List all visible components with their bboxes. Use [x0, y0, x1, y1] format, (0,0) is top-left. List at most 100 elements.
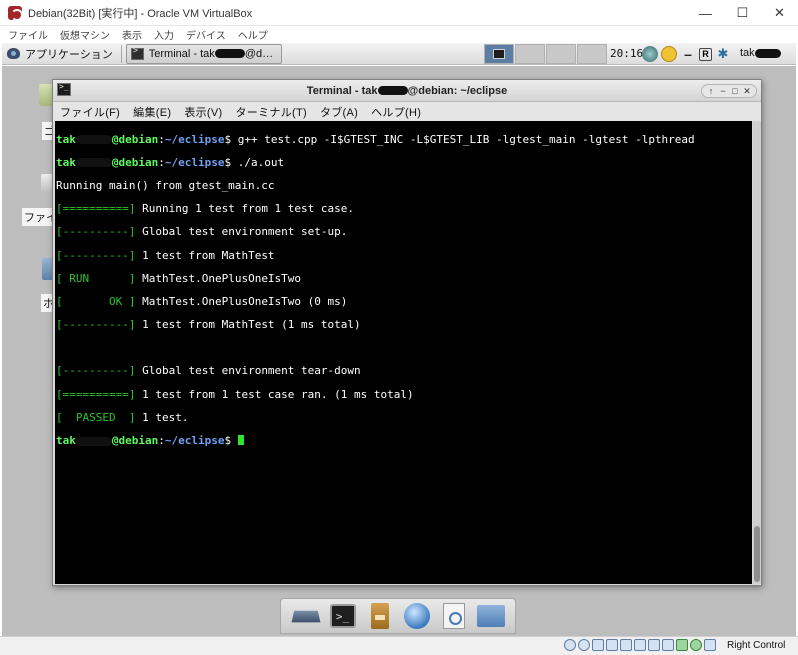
workspace-3[interactable] — [546, 44, 576, 64]
minus-icon[interactable]: – — [680, 46, 696, 62]
folder-icon — [476, 605, 505, 627]
command-text: ./a.out — [231, 155, 285, 169]
terminal-menu-view[interactable]: 表示(V) — [184, 104, 222, 120]
virtualization-icon[interactable] — [676, 639, 688, 651]
output-line: [----------] Global test environment set… — [56, 225, 348, 239]
close-button[interactable]: ✕ — [741, 85, 753, 97]
app-finder-icon — [442, 603, 465, 629]
video-capture-icon[interactable] — [662, 639, 674, 651]
user-menu[interactable]: tak — [740, 47, 781, 59]
applications-menu[interactable]: アプリケーション — [2, 43, 119, 65]
workspace-switcher — [484, 43, 608, 65]
terminal-icon — [130, 46, 144, 60]
debian-swirl-icon — [8, 5, 23, 21]
terminal-thumbnail-icon — [493, 49, 505, 59]
menu-devices[interactable]: デバイス — [186, 27, 226, 42]
r-badge-icon[interactable]: R — [699, 47, 712, 61]
dock-files-button[interactable] — [366, 602, 394, 630]
dock-finder-button[interactable] — [440, 602, 468, 630]
redacted-text — [754, 48, 781, 58]
bottom-dock: >_ — [280, 598, 516, 634]
menu-view[interactable]: 表示 — [122, 27, 142, 42]
dock-browser-button[interactable] — [403, 602, 431, 630]
output-line: [==========] Running 1 test from 1 test … — [56, 202, 355, 216]
taskbar-terminal-task[interactable]: Terminal - tak@d… — [125, 43, 282, 64]
workspace-2[interactable] — [515, 44, 545, 64]
menu-help[interactable]: ヘルプ — [238, 27, 268, 42]
audio-icon[interactable] — [592, 639, 604, 651]
prompt-line: tak @debian:~/eclipse$ — [56, 435, 751, 447]
redacted-text — [75, 135, 112, 145]
redacted-text — [75, 158, 112, 168]
output-line: [----------] 1 test from MathTest — [56, 248, 275, 262]
menu-machine[interactable]: 仮想マシン — [60, 27, 110, 42]
terminal-menu-help[interactable]: ヘルプ(H) — [371, 104, 421, 120]
window-controls: — ☐ ✕ — [687, 0, 798, 26]
minimize-button[interactable]: − — [717, 85, 729, 97]
minimize-button[interactable]: — — [687, 0, 724, 26]
system-tray: – R ✱ — [642, 45, 734, 63]
output-line: [==========] 1 test from 1 test case ran… — [56, 387, 414, 401]
terminal-title: Terminal - tak @debian: ~/eclipse — [306, 84, 508, 97]
dock-terminal-button[interactable]: >_ — [329, 602, 357, 630]
gear-icon[interactable]: ✱ — [715, 46, 731, 62]
applications-label: アプリケーション — [25, 48, 113, 61]
shade-button[interactable]: ↑ — [705, 85, 717, 97]
terminal-titlebar[interactable]: Terminal - tak@debian: ~/eclipse ↑ − □ ✕ — [53, 80, 761, 102]
terminal-menu-tabs[interactable]: タブ(A) — [320, 104, 358, 120]
hard-disk-icon[interactable] — [564, 639, 576, 651]
maximize-button[interactable]: □ — [729, 85, 741, 97]
terminal-window: Terminal - tak@debian: ~/eclipse ↑ − □ ✕… — [52, 79, 762, 586]
terminal-menu-file[interactable]: ファイル(F) — [60, 104, 120, 120]
terminal-icon: >_ — [329, 604, 356, 628]
status-indicators — [564, 639, 718, 651]
file-manager-icon — [370, 603, 389, 629]
terminal-menu-terminal[interactable]: ターミナル(T) — [236, 104, 307, 120]
host-key-label: Right Control — [727, 640, 786, 651]
terminal-screen[interactable]: tak @debian:~/eclipse$ g++ test.cpp -I$GT… — [55, 121, 752, 584]
show-desktop-icon — [291, 610, 320, 623]
menu-input[interactable]: 入力 — [154, 27, 174, 42]
output-line: [ PASSED ] 1 test. — [56, 410, 189, 424]
scrollbar-thumb[interactable] — [754, 526, 760, 582]
shared-folders-icon[interactable] — [634, 639, 646, 651]
output-line: [----------] 1 test from MathTest (1 ms … — [56, 318, 361, 332]
close-button[interactable]: ✕ — [761, 0, 798, 26]
prompt-line: tak @debian:~/eclipse$ g++ test.cpp -I$GT… — [56, 132, 695, 146]
keyboard-capture-icon[interactable] — [704, 639, 716, 651]
xfce-mouse-icon — [6, 46, 21, 61]
usb-icon[interactable] — [620, 639, 632, 651]
vbox-titlebar: Debian(32Bit) [実行中] - Oracle VM VirtualB… — [0, 0, 798, 26]
workspace-4[interactable] — [577, 44, 607, 64]
vbox-window-title: Debian(32Bit) [実行中] - Oracle VM VirtualB… — [28, 7, 253, 20]
workspace-1[interactable] — [484, 44, 514, 64]
redacted-text — [377, 86, 408, 96]
update-notifier-icon[interactable] — [661, 46, 677, 62]
vbox-statusbar: Right Control — [0, 636, 798, 655]
display-icon[interactable] — [648, 639, 660, 651]
output-line: [ OK ] MathTest.OnePlusOneIsTwo (0 ms) — [56, 294, 348, 308]
terminal-scrollbar[interactable] — [753, 121, 761, 584]
show-desktop-button[interactable] — [291, 602, 320, 630]
maximize-button[interactable]: ☐ — [724, 0, 761, 26]
terminal-cursor — [237, 435, 244, 446]
redacted-text — [214, 49, 245, 59]
panel-clock[interactable]: 20:16 — [610, 47, 643, 60]
web-browser-icon — [403, 603, 430, 629]
network-adapter-icon[interactable] — [606, 639, 618, 651]
terminal-menubar: ファイル(F) 編集(E) 表示(V) ターミナル(T) タブ(A) ヘルプ(H… — [53, 102, 761, 121]
dock-folder-button[interactable] — [476, 602, 505, 630]
prompt-line: tak @debian:~/eclipse$ ./a.out — [56, 155, 285, 169]
redacted-text — [75, 436, 112, 446]
network-icon[interactable] — [642, 46, 658, 62]
terminal-window-buttons: ↑ − □ ✕ — [701, 84, 757, 98]
output-line: [ RUN ] MathTest.OnePlusOneIsTwo — [56, 271, 302, 285]
optical-drive-icon[interactable] — [578, 639, 590, 651]
terminal-menu-edit[interactable]: 編集(E) — [133, 104, 171, 120]
mouse-integration-icon[interactable] — [690, 639, 702, 651]
terminal-icon — [57, 82, 71, 96]
menu-file[interactable]: ファイル — [8, 27, 48, 42]
command-text: g++ test.cpp -I$GTEST_INC -L$GTEST_LIB -… — [231, 132, 695, 146]
vbox-menubar: ファイル 仮想マシン 表示 入力 デバイス ヘルプ — [0, 26, 798, 43]
